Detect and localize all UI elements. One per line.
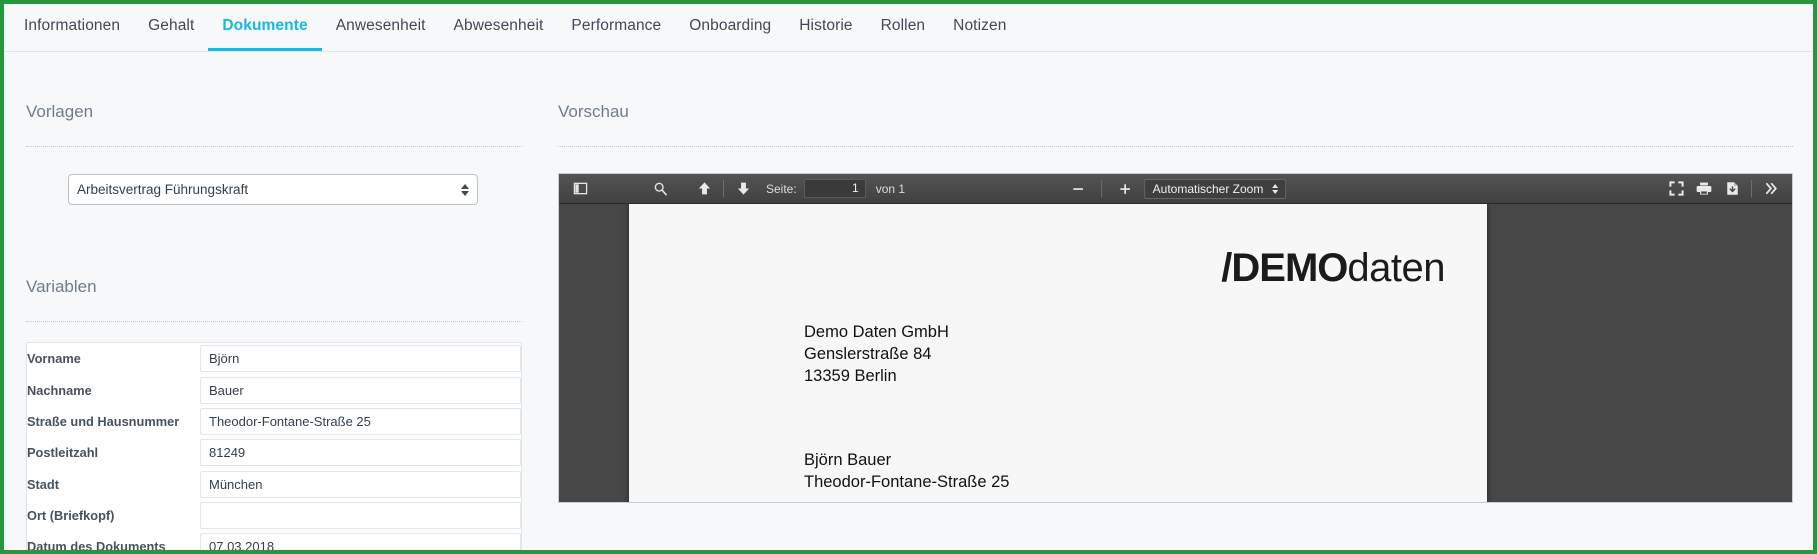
fullscreen-icon[interactable] xyxy=(1663,177,1689,201)
tab-onboarding[interactable]: Onboarding xyxy=(675,4,785,51)
document-logo-light: daten xyxy=(1347,246,1445,291)
variables-heading: Variablen xyxy=(26,277,97,297)
arrow-down-icon[interactable] xyxy=(730,177,756,201)
arrow-up-icon[interactable] xyxy=(691,177,717,201)
document-logo: /DEMOdaten xyxy=(671,248,1445,288)
toolbar-separator xyxy=(1751,180,1752,198)
sidebar-toggle-icon[interactable] xyxy=(567,177,593,201)
page-label: Seite: xyxy=(766,181,797,196)
pdf-toolbar-zoom-group: Automatischer Zoom xyxy=(1065,177,1287,201)
tab-label: Onboarding xyxy=(689,17,772,34)
tab-abwesenheit[interactable]: Abwesenheit xyxy=(440,4,558,51)
chevron-updown-icon xyxy=(1272,183,1279,194)
templates-divider xyxy=(26,146,522,148)
variable-value-cell xyxy=(200,375,521,406)
tab-label: Dokumente xyxy=(222,17,308,34)
tab-label: Gehalt xyxy=(148,17,195,34)
preview-divider xyxy=(558,146,1793,148)
plus-icon[interactable] xyxy=(1112,177,1138,201)
tab-dokumente[interactable]: Dokumente xyxy=(208,4,322,51)
toolbar-separator xyxy=(723,180,724,198)
page-number-input[interactable]: 1 xyxy=(803,179,866,199)
minus-icon[interactable] xyxy=(1065,177,1091,201)
chevron-double-right-icon[interactable] xyxy=(1758,177,1784,201)
pdf-page-1: /DEMOdaten Demo Daten GmbH Genslerstraße… xyxy=(629,204,1487,503)
sender-line: Genslerstraße 84 xyxy=(804,345,932,364)
variable-input-strasse[interactable] xyxy=(200,408,521,436)
variable-label: Stadt xyxy=(27,476,59,492)
printer-icon[interactable] xyxy=(1691,177,1717,201)
variable-value-cell xyxy=(200,343,521,374)
tab-notizen[interactable]: Notizen xyxy=(939,4,1020,51)
tab-informationen[interactable]: Informationen xyxy=(10,4,134,51)
zoom-level-select[interactable]: Automatischer Zoom xyxy=(1143,178,1287,199)
sender-line: 13359 Berlin xyxy=(804,367,897,386)
main-tab-bar: Informationen Gehalt Dokumente Anwesenhe… xyxy=(4,4,1813,52)
variable-input-vorname[interactable] xyxy=(200,345,521,373)
tab-performance[interactable]: Performance xyxy=(557,4,675,51)
pdf-toolbar-right-group xyxy=(1663,177,1784,201)
variable-value-cell xyxy=(200,406,521,437)
template-select[interactable]: Arbeitsvertrag Führungskraft xyxy=(68,174,478,206)
variable-label: Postleitzahl xyxy=(27,445,99,461)
tab-rollen[interactable]: Rollen xyxy=(867,4,940,51)
variable-label: Datum des Dokuments xyxy=(27,539,166,554)
templates-heading: Vorlagen xyxy=(26,102,94,122)
tab-label: Performance xyxy=(571,17,662,34)
variable-input-datum[interactable] xyxy=(200,533,521,550)
variables-table-container: Vorname Nachname Straße un xyxy=(26,342,522,554)
variable-label: Ort (Briefkopf) xyxy=(27,507,115,523)
download-icon[interactable] xyxy=(1719,177,1745,201)
tab-label: Anwesenheit xyxy=(335,17,426,34)
variables-table: Vorname Nachname Straße un xyxy=(27,343,521,554)
variable-input-stadt[interactable] xyxy=(200,470,521,498)
tab-label: Rollen xyxy=(880,17,926,34)
template-select-wrapper: Arbeitsvertrag Führungskraft xyxy=(68,174,478,206)
recipient-line: Björn Bauer xyxy=(804,451,892,470)
tab-gehalt[interactable]: Gehalt xyxy=(134,4,208,51)
preview-panel: Vorschau Seite: 1 von 1 Automatischer Zo… xyxy=(544,52,1813,550)
variable-label: Vorname xyxy=(27,351,81,367)
variable-input-ort-briefkopf[interactable] xyxy=(200,501,521,529)
templates-panel: Vorlagen Arbeitsvertrag Führungskraft Va… xyxy=(4,52,544,550)
variable-value-cell xyxy=(200,437,521,468)
table-row: Ort (Briefkopf) xyxy=(27,500,521,531)
content-area: Vorlagen Arbeitsvertrag Führungskraft Va… xyxy=(4,52,1813,550)
table-row: Straße und Hausnummer xyxy=(27,406,521,437)
table-row: Nachname xyxy=(27,375,521,406)
toolbar-separator xyxy=(1100,180,1102,198)
variable-value-cell xyxy=(200,531,521,550)
pdf-toolbar-left-group: Seite: 1 von 1 xyxy=(567,177,905,201)
tab-anwesenheit[interactable]: Anwesenheit xyxy=(322,4,440,51)
pdf-stage: /DEMOdaten Demo Daten GmbH Genslerstraße… xyxy=(559,204,1792,503)
tab-label: Informationen xyxy=(24,17,121,34)
sender-line: Demo Daten GmbH xyxy=(804,323,949,342)
variable-label: Straße und Hausnummer xyxy=(27,414,180,430)
document-sender-address: Demo Daten GmbH Genslerstraße 84 13359 B… xyxy=(804,322,1445,388)
app-window: Informationen Gehalt Dokumente Anwesenhe… xyxy=(0,0,1817,554)
table-row: Vorname xyxy=(27,343,521,374)
table-row: Stadt xyxy=(27,469,521,500)
tab-label: Abwesenheit xyxy=(453,17,544,34)
search-icon[interactable] xyxy=(647,177,673,201)
table-row: Datum des Dokuments xyxy=(27,531,521,554)
zoom-level-label: Automatischer Zoom xyxy=(1152,181,1264,196)
document-recipient-address: Björn Bauer Theodor-Fontane-Straße 25 xyxy=(804,450,1445,494)
variable-value-cell xyxy=(200,500,521,531)
pdf-toolbar: Seite: 1 von 1 Automatischer Zoom xyxy=(559,174,1792,205)
page-total-label: von 1 xyxy=(875,181,906,196)
tab-label: Notizen xyxy=(953,17,1007,34)
recipient-line: Theodor-Fontane-Straße 25 xyxy=(804,472,1010,491)
variable-label: Nachname xyxy=(27,382,92,398)
tab-label: Historie xyxy=(799,17,853,34)
variables-divider xyxy=(26,321,522,323)
tab-historie[interactable]: Historie xyxy=(785,4,866,51)
variable-input-postleitzahl[interactable] xyxy=(200,439,521,467)
variable-input-nachname[interactable] xyxy=(200,376,521,404)
document-logo-bold: /DEMO xyxy=(1221,246,1348,291)
table-row: Postleitzahl xyxy=(27,437,521,468)
pdf-viewer: Seite: 1 von 1 Automatischer Zoom /DEMOd… xyxy=(558,173,1793,504)
preview-heading: Vorschau xyxy=(558,102,629,122)
variable-value-cell xyxy=(200,469,521,500)
